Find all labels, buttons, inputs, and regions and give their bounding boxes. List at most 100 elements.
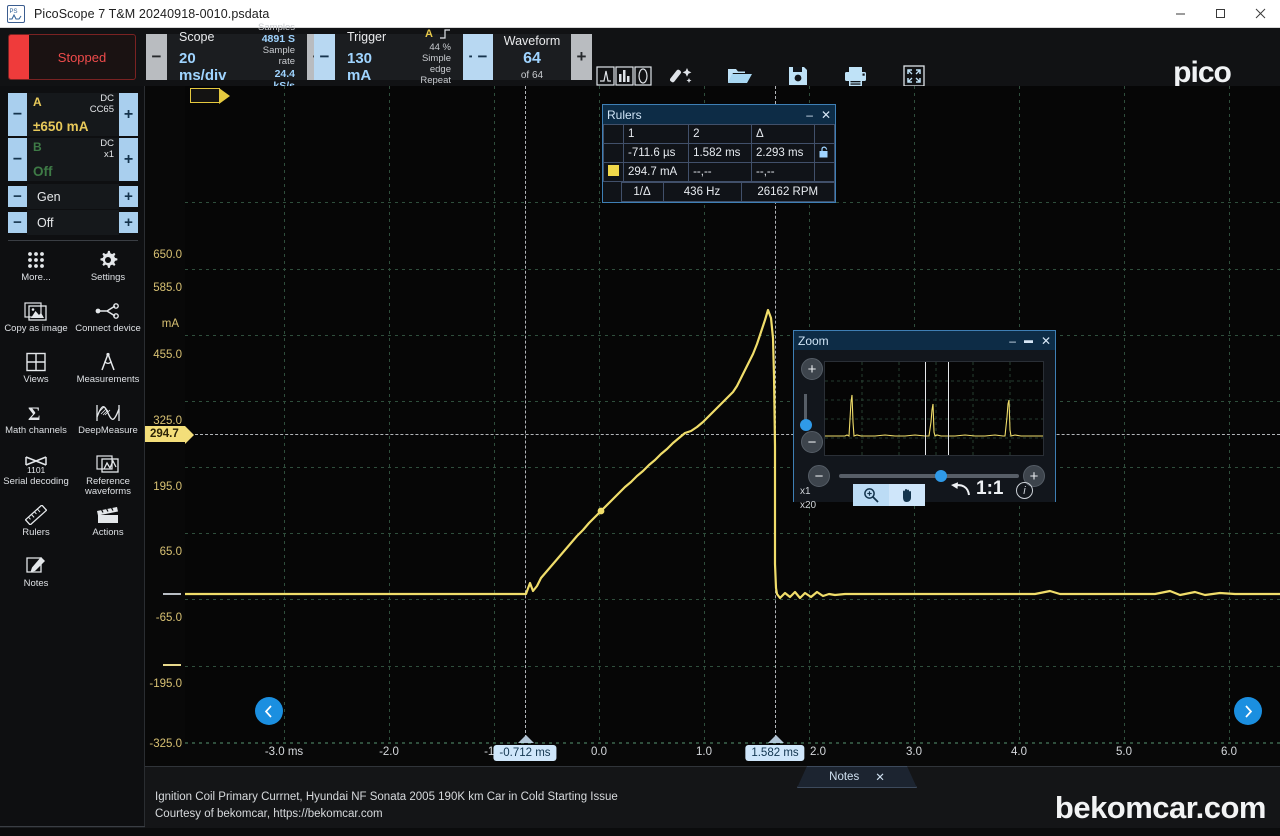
ruler-zero-marker [163, 593, 181, 595]
trigger-mode: Simple edge [421, 52, 451, 76]
zoom-overview-preview[interactable] [824, 361, 1044, 456]
sidebar-item-math-channels[interactable]: Σ Math channels [0, 399, 72, 450]
sidebar-item-serial-decoding[interactable]: 1101 Serial decoding [0, 450, 72, 501]
y-tick-455: 455.0 [153, 349, 182, 361]
rulers-table-header-row: 1 2 Δ [603, 124, 835, 144]
dwell-marker [597, 507, 605, 515]
sidebar-label-reference-waveforms: Reference waveforms [85, 476, 131, 497]
rulers-dialog-minimize[interactable]: – [806, 109, 813, 121]
zoom-dialog-titlebar[interactable]: Zoom – ▬ ✕ [794, 331, 1055, 350]
sidebar-item-connect-device[interactable]: Connect device [72, 297, 144, 348]
generator-state-decrease-button[interactable]: − [8, 212, 27, 233]
channel-b-coupling: DC x1 [100, 138, 114, 160]
main-toolbar: Stopped − Scope 20 ms/div Samples 4891 S… [0, 22, 1280, 111]
generator-state-row[interactable]: − Off + [8, 210, 138, 235]
nav-next-button[interactable] [1234, 697, 1262, 725]
rulers-row-time-1: -711.6 µs [622, 143, 690, 163]
scope-readout[interactable]: Scope 20 ms/div Samples 4891 S Sample ra… [167, 22, 307, 92]
channel-a-increase-button[interactable]: + [119, 93, 138, 136]
sidebar-item-rulers[interactable]: Rulers [0, 501, 72, 552]
zoom-mode-magnifier-button[interactable] [853, 484, 889, 506]
y-axis-unit: mA [161, 318, 179, 330]
zoom-dialog-body: + − − + x1 x20 1:1 i [794, 350, 1055, 511]
close-button[interactable] [1240, 0, 1280, 28]
generator-decrease-button[interactable]: − [8, 186, 27, 207]
rulers-header-lock [814, 124, 835, 144]
x-tick-2: 2.0 [810, 746, 826, 758]
pico-wordmark: pico [1173, 56, 1232, 90]
sidebar-item-notes[interactable]: Notes [0, 552, 72, 603]
ruler-lock-toggle[interactable] [814, 143, 835, 163]
rulers-row-time-delta: 2.293 ms [751, 143, 815, 163]
rulers-row-signal-1: 294.7 mA [622, 162, 690, 182]
y-tick-585: 585.0 [153, 282, 182, 294]
generator-state-label: Off [27, 210, 119, 235]
channel-b-range: Off [33, 164, 53, 179]
scope-timebase-group: − Scope 20 ms/div Samples 4891 S Sample … [146, 22, 328, 92]
sidebar-item-reference-waveforms[interactable]: Reference waveforms [72, 450, 144, 501]
trigger-decrease-button[interactable]: − [314, 34, 335, 80]
run-stop-status[interactable]: Stopped [8, 34, 136, 80]
window-title: PicoScope 7 T&M 20240918-0010.psdata [34, 6, 270, 21]
trigger-readout[interactable]: Trigger 130 mA A 44 % Simple edge Repeat [335, 28, 463, 86]
channel-a-name: A [33, 95, 42, 109]
zoom-dialog-close[interactable]: ✕ [1041, 335, 1051, 347]
rulers-dialog-close[interactable]: ✕ [821, 109, 831, 121]
rulers-dialog[interactable]: Rulers – ✕ 1 2 Δ -711.6 µs 1.582 ms 2.29… [602, 104, 836, 203]
signal-ruler-value[interactable]: 294.7 [145, 426, 194, 444]
y-tick-195: 195.0 [153, 481, 182, 493]
zoom-dialog-minimize[interactable]: – [1009, 335, 1016, 347]
channel-a-control[interactable]: − A DC CC65 ±650 mA + [8, 93, 138, 136]
rulers-dialog-titlebar[interactable]: Rulers – ✕ [603, 105, 835, 124]
waveform-readout[interactable]: Waveform 64 of 64 [493, 34, 571, 81]
notes-tab-label: Notes [829, 771, 860, 783]
sidebar-item-more[interactable]: More... [0, 246, 72, 297]
sidebar-item-actions[interactable]: Actions [72, 501, 144, 552]
notes-content[interactable]: Ignition Coil Primary Currnet, Hyundai N… [155, 789, 618, 822]
channel-a-decrease-button[interactable]: − [8, 93, 27, 136]
generator-row[interactable]: − Gen + [8, 184, 138, 209]
sidebar-label-settings: Settings [90, 272, 126, 283]
sidebar-item-views[interactable]: Views [0, 348, 72, 399]
channel-b-decrease-button[interactable]: − [8, 138, 27, 181]
zoom-dialog[interactable]: Zoom – ▬ ✕ + − − + x1 x20 1:1 i [793, 330, 1056, 511]
x-tick-4: 4.0 [1011, 746, 1027, 758]
zoom-reset-button[interactable] [949, 481, 971, 504]
info-icon[interactable]: i [1016, 482, 1033, 499]
nav-previous-button[interactable] [255, 697, 283, 725]
pan-slider-knob[interactable] [935, 470, 947, 482]
zoom-dialog-title: Zoom [798, 333, 829, 348]
notes-tab[interactable]: Notes ✕ [797, 766, 917, 788]
generator-increase-button[interactable]: + [119, 186, 138, 207]
pan-decrease-button[interactable]: − [808, 465, 830, 487]
scope-decrease-button[interactable]: − [146, 34, 167, 80]
zoom-in-button[interactable]: + [801, 358, 823, 380]
sidebar-item-deepmeasure[interactable]: DeepMeasure [72, 399, 144, 450]
trigger-label: Trigger [347, 30, 387, 44]
waveform-index: 64 [523, 49, 541, 67]
notes-tab-close-icon[interactable]: ✕ [875, 770, 885, 784]
sidebar-item-copy-as-image[interactable]: Copy as image [0, 297, 72, 348]
sidebar-item-settings[interactable]: Settings [72, 246, 144, 297]
time-ruler-1-label[interactable]: -0.712 ms [493, 745, 557, 761]
channel-b-control[interactable]: − B DC x1 Off + [8, 138, 138, 181]
maximize-button[interactable] [1200, 0, 1240, 28]
sidebar-item-measurements[interactable]: Measurements [72, 348, 144, 399]
time-ruler-2-label[interactable]: 1.582 ms [745, 745, 805, 761]
trigger-level-value: 130 mA [347, 50, 373, 84]
zoom-vertical-slider-knob[interactable] [799, 419, 812, 431]
zoom-mode-pan-button[interactable] [889, 484, 925, 506]
y-axis: mA 650.0 585.0 455.0 325.0 195.0 65.0 -6… [145, 86, 185, 750]
channel-b-increase-button[interactable]: + [119, 138, 138, 181]
generator-state-increase-button[interactable]: + [119, 212, 138, 233]
frequency-value: 436 Hz [662, 182, 742, 202]
samples-label: Samples [258, 21, 295, 33]
channel-b-name: B [33, 140, 42, 154]
zoom-out-button[interactable]: − [801, 431, 823, 453]
notes-panel: Notes ✕ Ignition Coil Primary Currnet, H… [145, 766, 1280, 836]
zoom-selection-rect[interactable] [925, 362, 949, 455]
sidebar-label-connect-device: Connect device [75, 323, 141, 334]
minimize-button[interactable] [1160, 0, 1200, 28]
trigger-source: A [425, 28, 433, 41]
zoom-dialog-restore[interactable]: ▬ [1024, 336, 1033, 345]
